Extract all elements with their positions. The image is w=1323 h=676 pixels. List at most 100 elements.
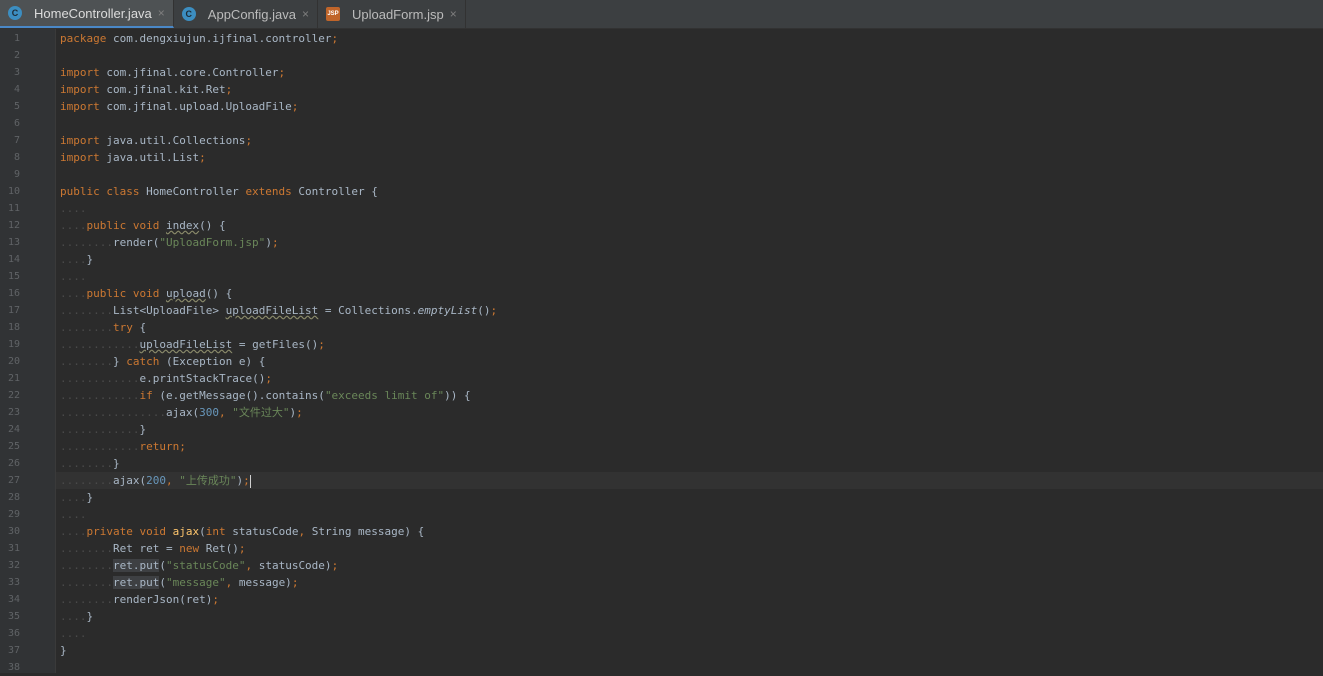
code-line[interactable]: 20........} catch (Exception e) { [0,353,1323,370]
code-token: ; [238,542,246,555]
code-line[interactable]: 23 ................ajax(300, "文件过大"); [0,404,1323,421]
code-token: ........ [60,542,113,555]
code-text: ........} catch (Exception e) { [60,353,265,370]
code-token: .... [60,219,87,232]
code-token: .... [60,610,87,623]
line-number: 3 [13,67,20,78]
close-tab-icon[interactable]: × [450,7,457,21]
code-token: com.jfinal.core.Controller [106,66,279,79]
code-token: ; [278,66,286,79]
close-tab-icon[interactable]: × [302,7,309,21]
code-text: ............return; [60,438,186,455]
code-line[interactable]: 27 ........ajax(200, "上传成功"); [0,472,1323,489]
tab-uploadform-jsp[interactable]: JSP UploadForm.jsp × [318,0,466,28]
code-line[interactable]: 5 import com.jfinal.upload.UploadFile; [0,98,1323,115]
code-line[interactable]: 10 public class HomeController extends Co… [0,183,1323,200]
line-number: 19 [7,339,20,350]
line-number: 38 [7,662,20,673]
code-line[interactable]: 34 ........renderJson(ret); [0,591,1323,608]
close-tab-icon[interactable]: × [158,6,165,20]
code-text: import com.jfinal.core.Controller; [60,64,285,81]
code-text: ........ajax(200, "上传成功"); [60,472,251,489]
code-text: ........List<UploadFile> uploadFileList … [60,302,497,319]
code-token: catch [126,355,166,368]
code-line[interactable]: 9 [0,166,1323,183]
line-number: 14 [7,254,20,265]
code-line[interactable]: 3 import com.jfinal.core.Controller; [0,64,1323,81]
code-line[interactable]: 13 ........render("UploadForm.jsp"); [0,234,1323,251]
code-token: import [60,151,107,164]
line-number: 15 [7,271,20,282]
code-token: uploadFileList [139,338,233,351]
code-line[interactable]: 16 ....public void upload() { [0,285,1323,302]
code-line[interactable]: 29.... [0,506,1323,523]
code-line[interactable]: 18 ........try { [0,319,1323,336]
line-number: 9 [13,169,20,180]
tab-appconfig-java[interactable]: C AppConfig.java × [174,0,318,28]
code-token: public void [86,287,166,300]
code-line[interactable]: 8 import java.util.List; [0,149,1323,166]
code-line[interactable]: 17 ........List<UploadFile> uploadFileLis… [0,302,1323,319]
code-token: message) [238,576,292,589]
code-line[interactable]: 31 ........Ret ret = new Ret(); [0,540,1323,557]
code-token: } [86,610,94,623]
code-token: .... [60,202,87,215]
code-token: () { [205,287,233,300]
code-token: statusCode [232,525,299,538]
code-token: ........ [60,559,113,572]
code-line[interactable]: 24............} [0,421,1323,438]
code-line[interactable]: 35....} [0,608,1323,625]
code-token: ; [490,304,498,317]
line-number: 30 [7,526,20,537]
code-token: "message" [165,576,226,589]
code-text: ............e.printStackTrace(); [60,370,272,387]
code-line[interactable]: 2 [0,47,1323,64]
code-text: import com.jfinal.upload.UploadFile; [60,98,298,115]
code-line[interactable]: 30 ....private void ajax(int statusCode, … [0,523,1323,540]
code-line[interactable]: 22 ............if (e.getMessage().contain… [0,387,1323,404]
code-line[interactable]: 36.... [0,625,1323,642]
code-text: import java.util.List; [60,149,206,166]
line-number: 2 [13,50,20,61]
code-token: if [139,389,160,402]
code-token: public void [86,219,166,232]
code-line[interactable]: 6 [0,115,1323,132]
code-token: java.util.List [106,151,200,164]
code-token: ........ [60,457,113,470]
code-token: (e.getMessage().contains( [159,389,325,402]
code-line[interactable]: 28....} [0,489,1323,506]
code-token: ; [199,151,206,164]
code-line[interactable]: 4 import com.jfinal.kit.Ret; [0,81,1323,98]
code-line[interactable]: 25 ............return; [0,438,1323,455]
code-token: ........ [60,474,113,487]
line-number: 6 [13,118,20,129]
code-token: import [60,100,107,113]
code-line[interactable]: 1 package com.dengxiujun.ijfinal.controll… [0,30,1323,47]
tab-homecontroller-java[interactable]: C HomeController.java × [0,0,174,28]
code-line[interactable]: 14....} [0,251,1323,268]
code-editor[interactable]: 1 package com.dengxiujun.ijfinal.controll… [0,29,1323,673]
code-line[interactable]: 38 [0,659,1323,676]
line-number: 12 [7,220,20,231]
code-line[interactable]: 32 ........ret.put("statusCode", statusCo… [0,557,1323,574]
code-line[interactable]: 7 import java.util.Collections; [0,132,1323,149]
code-token: ; [331,32,339,45]
code-line[interactable]: 15.... [0,268,1323,285]
code-line[interactable]: 37} [0,642,1323,659]
code-line[interactable]: 12 ....public void index() { [0,217,1323,234]
code-text: .... [60,506,87,523]
code-line[interactable]: 19 ............uploadFileList = getFiles(… [0,336,1323,353]
code-token: String message) { [311,525,425,538]
code-line[interactable]: 11.... [0,200,1323,217]
code-token: , [245,559,259,572]
code-line[interactable]: 26........} [0,455,1323,472]
line-number: 37 [7,645,20,656]
code-text: .... [60,200,87,217]
code-token: emptyList [417,304,478,317]
line-number: 24 [7,424,20,435]
line-number: 4 [13,84,20,95]
code-token: .... [60,491,87,504]
code-line[interactable]: 33 ........ret.put("message", message); [0,574,1323,591]
code-token: "statusCode" [165,559,246,572]
code-line[interactable]: 21 ............e.printStackTrace(); [0,370,1323,387]
